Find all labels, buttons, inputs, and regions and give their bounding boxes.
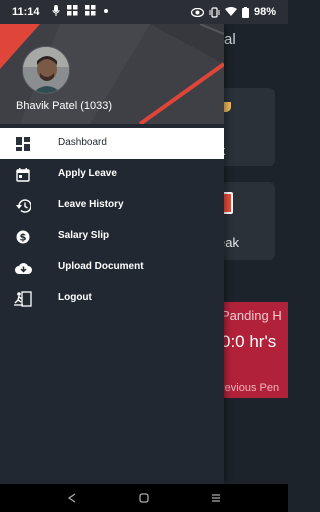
menu-item-logout[interactable]: Logout xyxy=(0,283,224,314)
status-right: 98% xyxy=(190,6,276,18)
home-icon[interactable] xyxy=(136,490,152,506)
vibrate-icon xyxy=(209,6,220,18)
status-bar: 11:14 98% xyxy=(0,0,288,24)
menu-label-upload-document: Upload Document xyxy=(58,261,144,272)
back-icon[interactable] xyxy=(64,490,80,506)
menu-item-leave-history[interactable]: Leave History xyxy=(0,190,224,221)
system-nav-bar xyxy=(0,484,288,512)
drawer-menu: Dashboard Apply Leave Leave History $ Sa… xyxy=(0,128,224,314)
recent-apps-icon[interactable] xyxy=(208,490,224,506)
pending-sub: revious Pen xyxy=(221,382,280,394)
calendar-icon xyxy=(14,166,32,184)
background-title: al xyxy=(224,31,236,48)
user-photo xyxy=(23,47,69,93)
logout-icon xyxy=(14,290,32,308)
cloud-download-icon xyxy=(14,259,32,277)
menu-label-dashboard: Dashboard xyxy=(58,137,107,148)
battery-icon xyxy=(241,6,249,18)
navigation-drawer: Bhavik Patel (1033) Dashboard Apply Leav… xyxy=(0,24,224,484)
menu-label-apply-leave: Apply Leave xyxy=(58,168,117,179)
screen: 11:14 98% al k Break Panding H 0:0 hr's xyxy=(0,0,288,512)
menu-label-leave-history: Leave History xyxy=(58,199,124,210)
status-time: 11:14 xyxy=(12,6,40,18)
menu-item-apply-leave[interactable]: Apply Leave xyxy=(0,159,224,190)
grid-icon xyxy=(67,5,78,16)
grid-icon xyxy=(85,5,96,16)
menu-item-dashboard[interactable]: Dashboard xyxy=(0,128,224,159)
dollar-icon: $ xyxy=(14,228,32,246)
dashboard-icon xyxy=(14,135,32,153)
microphone-icon xyxy=(52,5,60,16)
menu-item-salary-slip[interactable]: $ Salary Slip xyxy=(0,221,224,252)
eye-icon xyxy=(190,7,204,17)
avatar[interactable] xyxy=(22,46,70,94)
drawer-header: Bhavik Patel (1033) xyxy=(0,24,224,124)
dot-icon xyxy=(104,9,108,13)
menu-item-upload-document[interactable]: Upload Document xyxy=(0,252,224,283)
pending-title: Panding H xyxy=(221,308,282,323)
pending-value: 0:0 hr's xyxy=(221,332,277,351)
status-left-icons xyxy=(52,5,109,17)
wifi-icon xyxy=(224,7,237,16)
user-name: Bhavik Patel (1033) xyxy=(16,100,112,112)
battery-level: 98% xyxy=(253,6,276,18)
menu-label-salary-slip: Salary Slip xyxy=(58,230,110,241)
history-icon xyxy=(14,197,32,215)
menu-label-logout: Logout xyxy=(58,292,92,303)
svg-text:$: $ xyxy=(20,233,27,244)
